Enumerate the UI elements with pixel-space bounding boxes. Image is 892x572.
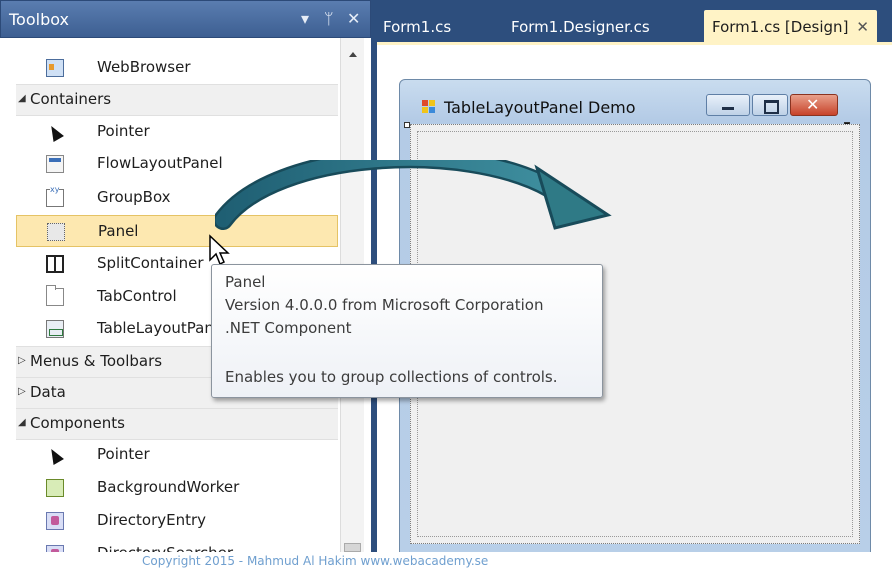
toolbox-item-pointer[interactable]: Pointer bbox=[16, 116, 338, 148]
scroll-up-arrow-icon[interactable] bbox=[349, 52, 357, 57]
form-icon bbox=[422, 100, 436, 114]
split-container-icon bbox=[46, 255, 64, 273]
toolbox-title-bar: Toolbox ▾ ᛘ ✕ bbox=[0, 0, 371, 38]
toolbox-item-panel[interactable]: Panel bbox=[16, 215, 338, 247]
background-worker-icon bbox=[46, 479, 64, 497]
toolbox-item-label: GroupBox bbox=[97, 188, 171, 206]
toolbox-item-directorysearcher[interactable]: DirectorySearcher bbox=[16, 538, 338, 552]
tooltip: Panel Version 4.0.0.0 from Microsoft Cor… bbox=[211, 264, 603, 398]
toolbox-item-flowlayoutpanel[interactable]: FlowLayoutPanel bbox=[16, 148, 338, 180]
toolbox-item-label: DirectoryEntry bbox=[97, 511, 207, 529]
table-layout-panel-icon bbox=[46, 320, 64, 338]
toolbox-category-label: Menus & Toolbars bbox=[30, 352, 163, 370]
pointer-icon bbox=[46, 123, 64, 142]
collapsed-triangle-icon: ▷ bbox=[18, 355, 26, 366]
tab-form1-cs[interactable]: Form1.cs bbox=[383, 12, 451, 42]
tab-control-icon bbox=[46, 285, 64, 306]
pointer-icon bbox=[46, 446, 64, 465]
tab-label: Form1.Designer.cs bbox=[511, 18, 650, 36]
toolbox-category-label: Components bbox=[30, 414, 125, 432]
toolbox-item-label: SplitContainer bbox=[97, 254, 204, 272]
expanded-triangle-icon: ◢ bbox=[18, 417, 26, 428]
panel-icon bbox=[47, 223, 65, 241]
chevron-down-icon[interactable]: ▾ bbox=[301, 9, 309, 29]
toolbox-item-label: FlowLayoutPanel bbox=[97, 154, 223, 172]
copyright-text: Copyright 2015 - Mahmud Al Hakim www.web… bbox=[142, 554, 489, 568]
toolbox-item-groupbox[interactable]: GroupBox bbox=[16, 182, 338, 214]
collapsed-triangle-icon: ▷ bbox=[18, 386, 26, 397]
toolbox-category-containers[interactable]: ◢ Containers bbox=[16, 84, 338, 116]
tooltip-version: Version 4.0.0.0 from Microsoft Corporati… bbox=[225, 296, 544, 314]
toolbox-item-pointer[interactable]: Pointer bbox=[16, 439, 338, 471]
toolbox-item-label: Pointer bbox=[97, 122, 150, 140]
toolbox-item-webbrowser[interactable]: WebBrowser bbox=[16, 52, 338, 84]
directory-searcher-icon bbox=[46, 545, 64, 552]
scrollbar-thumb[interactable] bbox=[344, 543, 361, 552]
toolbox-item-label: Pointer bbox=[97, 445, 150, 463]
web-browser-icon bbox=[46, 59, 64, 77]
toolbox-item-label: WebBrowser bbox=[97, 58, 191, 76]
tab-form1-design[interactable]: Form1.cs [Design] ✕ bbox=[704, 10, 877, 42]
toolbox-category-components[interactable]: ◢ Components bbox=[16, 408, 338, 440]
close-tab-icon[interactable]: ✕ bbox=[856, 18, 869, 36]
minimize-button[interactable] bbox=[706, 94, 750, 116]
toolbox-item-directoryentry[interactable]: DirectoryEntry bbox=[16, 505, 338, 537]
directory-entry-icon bbox=[46, 512, 64, 530]
toolbox-item-label: TabControl bbox=[97, 287, 177, 305]
toolbox-item-label: Panel bbox=[98, 222, 139, 240]
tooltip-description: Enables you to group collections of cont… bbox=[225, 368, 558, 386]
toolbox-item-label: BackgroundWorker bbox=[97, 478, 240, 496]
close-icon[interactable]: ✕ bbox=[347, 9, 360, 29]
group-box-icon bbox=[46, 185, 64, 207]
footer: Copyright 2015 - Mahmud Al Hakim www.web… bbox=[0, 552, 892, 572]
toolbox-item-backgroundworker[interactable]: BackgroundWorker bbox=[16, 472, 338, 504]
tooltip-component-type: .NET Component bbox=[225, 319, 352, 337]
tab-form1-designer-cs[interactable]: Form1.Designer.cs bbox=[511, 12, 650, 42]
toolbox-category-label: Containers bbox=[30, 90, 112, 108]
tab-label: Form1.cs bbox=[383, 18, 452, 36]
expanded-triangle-icon: ◢ bbox=[18, 93, 26, 104]
toolbox-title: Toolbox bbox=[9, 10, 69, 29]
close-button[interactable] bbox=[790, 94, 838, 116]
toolbox-category-label: Data bbox=[30, 383, 66, 401]
tab-label: Form1.cs [Design] bbox=[712, 18, 849, 36]
maximize-button[interactable] bbox=[752, 94, 788, 116]
pin-icon[interactable]: ᛘ bbox=[324, 9, 334, 29]
flow-layout-panel-icon bbox=[46, 155, 64, 173]
tooltip-title: Panel bbox=[225, 273, 266, 291]
form-title: TableLayoutPanel Demo bbox=[444, 98, 636, 117]
toolbox-item-label: TableLayoutPanel bbox=[97, 319, 228, 337]
toolbox-item-label: DirectorySearcher bbox=[97, 544, 233, 552]
